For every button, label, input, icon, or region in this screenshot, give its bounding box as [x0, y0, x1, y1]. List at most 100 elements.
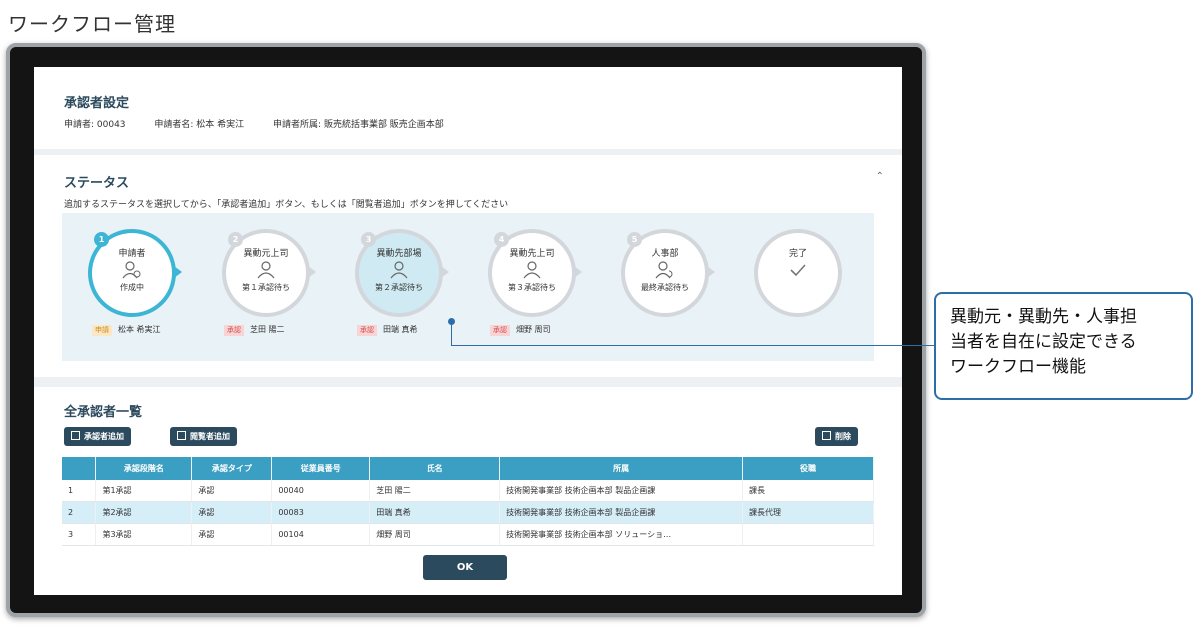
- delete-label: 削除: [835, 432, 851, 441]
- cell-stage: 第2承認: [95, 501, 193, 524]
- table-row[interactable]: 1 第1承認 承認 00040 芝田 陽二 技術開発事業部 技術企画本部 製品企…: [62, 480, 874, 502]
- add-approver-label: 承認者追加: [84, 432, 124, 441]
- status-badge: 承認: [357, 325, 377, 336]
- step-number: 5: [627, 232, 642, 247]
- applicant-affiliation: 申請者所属: 販売統括事業部 販売企画本部: [273, 120, 444, 130]
- applicant-meta: 申請者: 00043 申請者名: 松本 希実江 申請者所属: 販売統括事業部 販…: [64, 117, 470, 130]
- tablet-frame: 承認者設定 申請者: 00043 申請者名: 松本 希実江 申請者所属: 販売統…: [6, 43, 926, 617]
- ok-button[interactable]: OK: [423, 555, 507, 580]
- status-step-done[interactable]: 完了: [754, 229, 862, 317]
- step-number: 2: [228, 232, 243, 247]
- status-step-applicant[interactable]: 1 申請者 作成中: [88, 229, 196, 317]
- arrow-right-icon: [308, 266, 316, 278]
- step-status: 第２承認待ち: [375, 283, 423, 292]
- step-number: 4: [494, 232, 509, 247]
- assignee-name: 田端 真希: [383, 325, 418, 334]
- delete-button[interactable]: 削除: [815, 427, 858, 446]
- step-name: 完了: [788, 249, 807, 259]
- add-approver-button[interactable]: 承認者追加: [64, 427, 131, 446]
- approver-settings-title: 承認者設定: [64, 96, 130, 111]
- cell-index: 2: [62, 501, 97, 524]
- add-viewer-button[interactable]: 閲覧者追加: [170, 427, 237, 446]
- step-name: 申請者: [118, 249, 146, 259]
- status-step-origin-boss[interactable]: 2 異動元上司 第１承認待ち: [222, 229, 330, 317]
- arrow-right-icon: [441, 266, 449, 278]
- status-title: ステータス: [64, 176, 130, 191]
- user-refresh-icon: [655, 260, 675, 280]
- approver-table: 承認段階名 承認タイプ 従業員番号 氏名 所属 役職 1 第1承認 承認 000…: [62, 457, 874, 546]
- status-badge: 承認: [224, 325, 244, 336]
- column-header-employee-no[interactable]: 従業員番号: [271, 457, 371, 480]
- callout-leader-line: [451, 345, 934, 346]
- assignee-step2: 承認 芝田 陽二: [224, 324, 285, 336]
- assignee-applicant: 申請 松本 希実江: [92, 324, 161, 336]
- status-badge: 承認: [490, 325, 510, 336]
- step-name: 異動先部場: [376, 249, 422, 259]
- cell-type: 承認: [191, 480, 273, 502]
- cell-employee-no: 00104: [271, 523, 371, 546]
- cell-type: 承認: [191, 523, 273, 546]
- user-icon: [522, 260, 542, 280]
- arrow-right-icon: [707, 266, 715, 278]
- assignee-name: 松本 希実江: [118, 325, 161, 334]
- table-header-row: 承認段階名 承認タイプ 従業員番号 氏名 所属 役職: [62, 457, 874, 480]
- cell-name: 田端 真希: [369, 501, 501, 524]
- step-status: 最終承認待ち: [641, 283, 689, 292]
- cell-position: 課長: [742, 480, 874, 502]
- cell-type: 承認: [191, 501, 273, 524]
- check-icon: [788, 260, 808, 280]
- step-status: 第３承認待ち: [508, 283, 556, 292]
- approver-list-card: 全承認者一覧 承認者追加 閲覧者追加 削除 承認段階名 承認タイプ 従業員番号: [34, 387, 902, 595]
- assignee-name: 畑野 周司: [516, 325, 551, 334]
- column-header-index: [62, 457, 97, 480]
- arrow-right-icon: [174, 266, 182, 278]
- status-badge: 申請: [92, 325, 112, 336]
- step-name: 人事部: [651, 249, 679, 259]
- step-name: 異動先上司: [509, 249, 555, 259]
- column-header-stage[interactable]: 承認段階名: [95, 457, 193, 480]
- column-header-name[interactable]: 氏名: [369, 457, 501, 480]
- add-icon: [71, 431, 80, 440]
- add-icon: [177, 431, 186, 440]
- step-status: 第１承認待ち: [242, 283, 290, 292]
- user-icon: [389, 260, 409, 280]
- chevron-up-icon[interactable]: ⌃: [876, 171, 884, 182]
- column-header-type[interactable]: 承認タイプ: [191, 457, 273, 480]
- cell-index: 3: [62, 523, 97, 546]
- column-header-position[interactable]: 役職: [742, 457, 874, 480]
- status-instruction: 追加するステータスを選択してから、「承認者追加」ボタン、もしくは「閲覧者追加」ボ…: [64, 200, 509, 210]
- table-row[interactable]: 2 第2承認 承認 00083 田端 真希 技術開発事業部 技術企画本部 製品企…: [62, 501, 874, 524]
- status-step-hr[interactable]: 5 人事部 最終承認待ち: [621, 229, 729, 317]
- cell-affiliation: 技術開発事業部 技術企画本部 製品企画課: [499, 480, 744, 502]
- user-icon: [256, 260, 276, 280]
- status-step-dest-boss[interactable]: 4 異動先上司 第３承認待ち: [488, 229, 596, 317]
- cell-name: 芝田 陽二: [369, 480, 501, 502]
- step-status: 作成中: [120, 283, 144, 292]
- cell-affiliation: 技術開発事業部 技術企画本部 製品企画課: [499, 501, 744, 524]
- cell-index: 1: [62, 480, 97, 502]
- approver-settings-card: 承認者設定 申請者: 00043 申請者名: 松本 希実江 申請者所属: 販売統…: [34, 67, 902, 149]
- cell-stage: 第3承認: [95, 523, 193, 546]
- column-header-affiliation[interactable]: 所属: [499, 457, 744, 480]
- page-title: ワークフロー管理: [8, 12, 176, 36]
- trash-icon: [822, 431, 831, 440]
- add-viewer-label: 閲覧者追加: [190, 432, 230, 441]
- cell-position: 課長代理: [742, 501, 874, 524]
- callout-leader-vertical: [451, 322, 452, 345]
- assignee-step4: 承認 畑野 周司: [490, 324, 551, 336]
- step-name: 異動元上司: [243, 249, 289, 259]
- app-screen: 承認者設定 申請者: 00043 申請者名: 松本 希実江 申請者所属: 販売統…: [34, 67, 902, 595]
- status-flow: 1 申請者 作成中 2 異動元上司 第１承認待ち 3 異動先部場 第２承認待ち …: [62, 213, 874, 361]
- cell-stage: 第1承認: [95, 480, 193, 502]
- assignee-step3: 承認 田端 真希: [357, 324, 418, 336]
- cell-affiliation: 技術開発事業部 技術企画本部 ソリューショ…: [499, 523, 744, 546]
- table-row[interactable]: 3 第3承認 承認 00104 畑野 周司 技術開発事業部 技術企画本部 ソリュ…: [62, 523, 874, 546]
- assignee-name: 芝田 陽二: [250, 325, 285, 334]
- approver-list-title: 全承認者一覧: [64, 405, 143, 420]
- feature-callout: 異動元・異動先・人事担 当者を自在に設定できる ワークフロー機能: [934, 292, 1193, 400]
- step-number: 3: [361, 232, 376, 247]
- status-step-dest-dept[interactable]: 3 異動先部場 第２承認待ち: [355, 229, 463, 317]
- arrow-right-icon: [574, 266, 582, 278]
- applicant-id: 申請者: 00043: [64, 120, 126, 130]
- cell-employee-no: 00040: [271, 480, 371, 502]
